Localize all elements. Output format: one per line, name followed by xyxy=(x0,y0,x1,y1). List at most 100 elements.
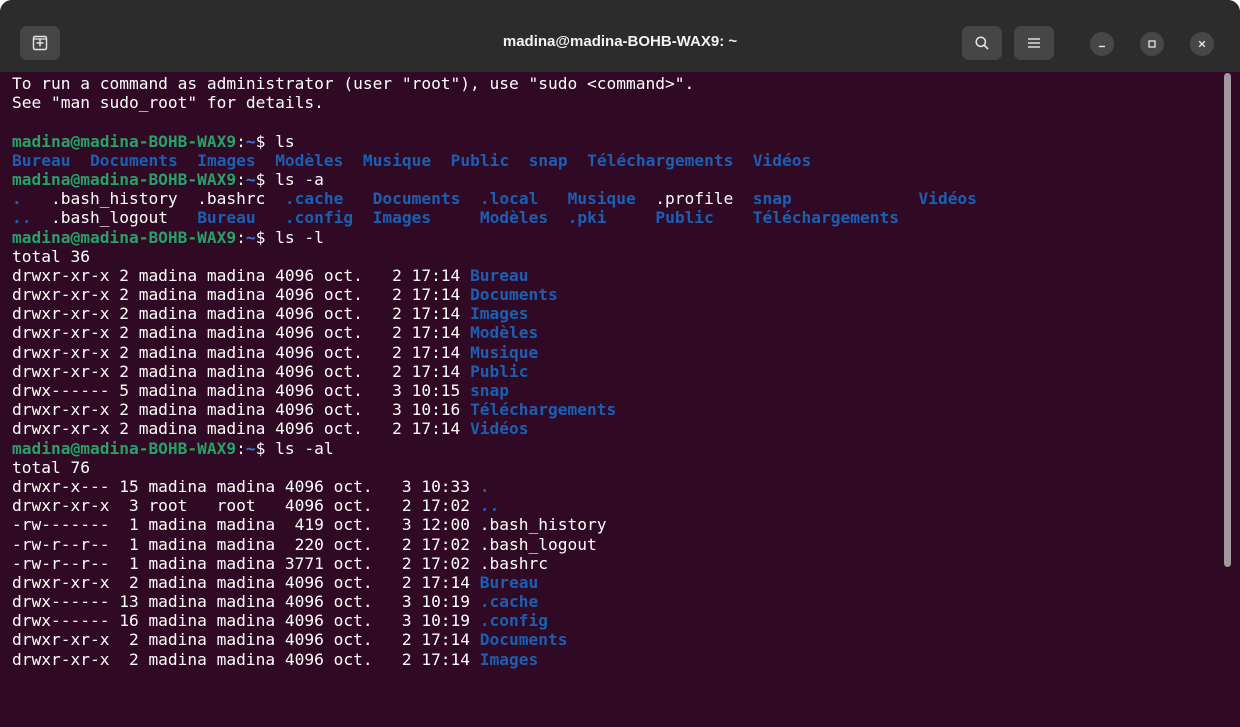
terminal-line: drwxr-xr-x 2 madina madina 4096 oct. 2 1… xyxy=(12,630,1226,649)
directory-name: Modèles xyxy=(275,150,344,170)
search-button[interactable] xyxy=(962,26,1002,60)
terminal-line: drwxr-xr-x 2 madina madina 4096 oct. 2 1… xyxy=(12,362,1226,381)
directory-name: . xyxy=(12,189,22,209)
terminal-line: madina@madina-BOHB-WAX9:~$ ls -a xyxy=(12,170,1226,189)
minimize-icon xyxy=(1099,45,1105,48)
directory-name: snap xyxy=(470,381,510,400)
directory-name: Bureau xyxy=(470,265,529,285)
directory-name: Modèles xyxy=(479,208,549,228)
prompt-user-host: madina@madina-BOHB-WAX9 xyxy=(12,131,237,151)
directory-name: Bureau xyxy=(479,572,539,592)
directory-name: snap xyxy=(752,189,792,209)
scrollbar-thumb[interactable] xyxy=(1224,73,1231,567)
terminal-text: -rw-r--r-- 1 madina madina 3771 oct. 2 1… xyxy=(12,553,549,573)
directory-name: Images xyxy=(470,304,529,324)
prompt-path: ~ xyxy=(245,131,256,151)
directory-name: Public xyxy=(450,150,510,170)
directory-name: Public xyxy=(655,208,714,228)
directory-name: Bureau xyxy=(12,150,71,170)
terminal-line: drwxr-xr-x 2 madina madina 4096 oct. 2 1… xyxy=(12,419,1226,438)
prompt-path: ~ xyxy=(245,169,256,189)
directory-name: .cache xyxy=(479,592,539,612)
directory-name: .pki xyxy=(567,208,607,228)
terminal-text: drwxr-xr-x 2 madina madina 4096 oct. 2 1… xyxy=(12,285,471,305)
terminal-text: drwxr-xr-x 2 madina madina 4096 oct. 2 1… xyxy=(12,649,480,669)
terminal-line: -rw-r--r-- 1 madina madina 3771 oct. 2 1… xyxy=(12,554,1226,573)
terminal-text: drwxr-x--- 15 madina madina 4096 oct. 3 … xyxy=(12,476,480,496)
menu-button[interactable] xyxy=(1014,26,1054,60)
directory-name: Images xyxy=(197,150,256,170)
terminal-line: drwxr-xr-x 3 root root 4096 oct. 2 17:02… xyxy=(12,496,1226,515)
close-icon xyxy=(1198,40,1206,48)
terminal-line: drwx------ 5 madina madina 4096 oct. 3 1… xyxy=(12,381,1226,400)
directory-name: Vidéos xyxy=(470,419,529,439)
directory-name: Bureau xyxy=(197,208,256,228)
prompt-user-host: madina@madina-BOHB-WAX9 xyxy=(12,438,237,458)
prompt-path: ~ xyxy=(245,227,256,247)
terminal-text: .bash_history .bashrc xyxy=(21,189,285,209)
terminal-text: To run a command as administrator (user … xyxy=(12,74,695,93)
directory-name: Documents xyxy=(372,189,461,209)
terminal-text: $ ls -a xyxy=(255,169,324,189)
directory-name: Vidéos xyxy=(752,150,812,170)
directory-name: .cache xyxy=(284,189,344,209)
terminal-line: . .bash_history .bashrc .cache Documents… xyxy=(12,189,1226,208)
terminal-line: See "man sudo_root" for details. xyxy=(12,93,1226,112)
prompt-user-host: madina@madina-BOHB-WAX9 xyxy=(12,227,237,247)
terminal-text: drwxr-xr-x 2 madina madina 4096 oct. 2 1… xyxy=(12,572,480,592)
directory-name: Musique xyxy=(567,189,636,209)
terminal-window: madina@madina-BOHB-WAX9: ~ To run a comm… xyxy=(0,0,1240,727)
close-button[interactable] xyxy=(1190,32,1214,56)
directory-name: .local xyxy=(479,189,539,209)
terminal-line: Bureau Documents Images Modèles Musique … xyxy=(12,151,1226,170)
directory-name: Vidéos xyxy=(918,189,977,209)
terminal-text: $ ls -l xyxy=(255,227,324,247)
terminal-line: drwxr-xr-x 2 madina madina 4096 oct. 2 1… xyxy=(12,323,1226,342)
terminal-output[interactable]: To run a command as administrator (user … xyxy=(0,72,1226,727)
window-title: madina@madina-BOHB-WAX9: ~ xyxy=(502,33,738,50)
terminal-text: -rw------- 1 madina madina 419 oct. 3 12… xyxy=(12,515,607,535)
terminal-text: .profile xyxy=(635,189,753,209)
terminal-text: $ ls -al xyxy=(255,438,334,458)
terminal-text: -rw-r--r-- 1 madina madina 220 oct. 2 17… xyxy=(12,534,597,554)
terminal-text: drwxr-xr-x 2 madina madina 4096 oct. 2 1… xyxy=(12,361,471,381)
directory-name: snap xyxy=(528,150,568,170)
terminal-scrollbar[interactable] xyxy=(1223,72,1233,727)
terminal-line: -rw-r--r-- 1 madina madina 220 oct. 2 17… xyxy=(12,535,1226,554)
terminal-text: total 76 xyxy=(12,457,90,477)
terminal-text: drwxr-xr-x 2 madina madina 4096 oct. 2 1… xyxy=(12,419,471,439)
minimize-button[interactable] xyxy=(1090,32,1114,56)
terminal-text: drwxr-xr-x 2 madina madina 4096 oct. 2 1… xyxy=(12,265,471,285)
maximize-button[interactable] xyxy=(1140,32,1164,56)
terminal-line: drwxr-x--- 15 madina madina 4096 oct. 3 … xyxy=(12,477,1226,496)
terminal-text: drwxr-xr-x 3 root root 4096 oct. 2 17:02 xyxy=(12,496,480,516)
terminal-line: total 36 xyxy=(12,247,1226,266)
terminal-line: To run a command as administrator (user … xyxy=(12,74,1226,93)
directory-name: Documents xyxy=(89,150,178,170)
terminal-line: drwxr-xr-x 2 madina madina 4096 oct. 2 1… xyxy=(12,650,1226,669)
directory-name: . xyxy=(479,476,490,496)
terminal-text: : xyxy=(236,169,246,189)
directory-name: .config xyxy=(479,611,549,631)
prompt-user-host: madina@madina-BOHB-WAX9 xyxy=(12,169,237,189)
terminal-line: madina@madina-BOHB-WAX9:~$ ls -al xyxy=(12,439,1226,458)
maximize-icon xyxy=(1148,40,1156,48)
terminal-line: total 76 xyxy=(12,458,1226,477)
terminal-line: madina@madina-BOHB-WAX9:~$ ls xyxy=(12,132,1226,151)
directory-name: Téléchargements xyxy=(587,150,734,170)
directory-name: Modèles xyxy=(470,323,539,343)
terminal-text: .bash_logout xyxy=(31,208,198,228)
title-bar[interactable]: madina@madina-BOHB-WAX9: ~ xyxy=(0,0,1240,72)
terminal-line: drwxr-xr-x 2 madina madina 4096 oct. 2 1… xyxy=(12,285,1226,304)
